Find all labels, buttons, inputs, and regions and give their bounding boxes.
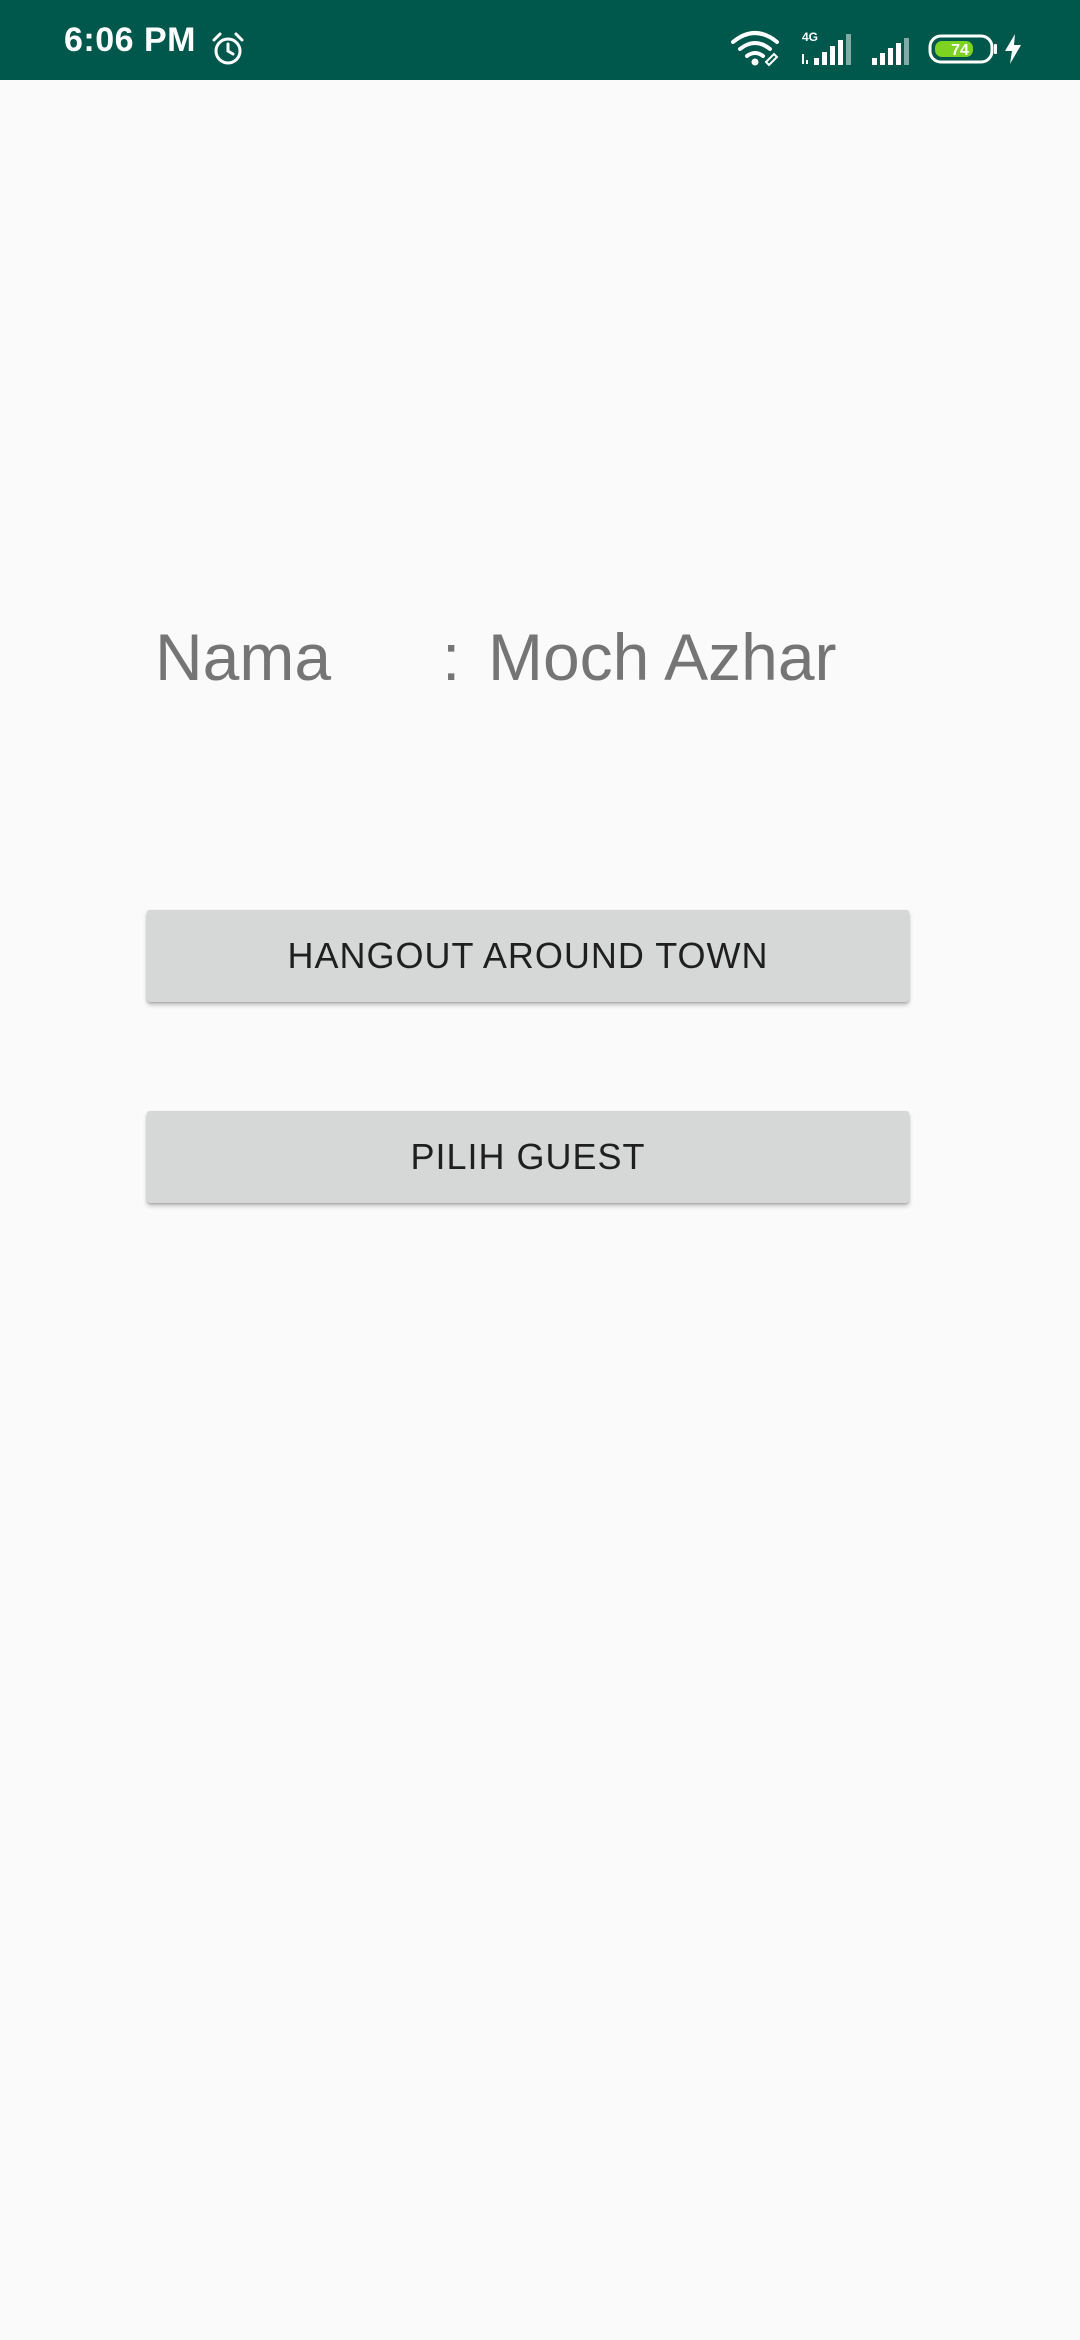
status-indicators: 4G 74	[700, 0, 1080, 80]
name-row: Nama : Moch Azhar	[0, 612, 1080, 702]
battery-icon: 74	[928, 34, 997, 64]
name-separator: :	[442, 620, 461, 694]
battery-level: 74	[951, 42, 969, 59]
signal-bars-icon: 4G	[802, 30, 851, 65]
pilih-guest-button[interactable]: PILIH GUEST	[147, 1111, 909, 1203]
signal-bars-icon	[872, 38, 909, 65]
hangout-around-town-button[interactable]: HANGOUT AROUND TOWN	[147, 910, 909, 1002]
status-time: 6:06 PM	[64, 21, 196, 59]
name-value: Moch Azhar	[488, 620, 837, 694]
alarm-clock-icon	[212, 32, 244, 65]
wifi-icon	[731, 31, 779, 67]
network-type-label: 4G	[802, 30, 818, 44]
name-label: Nama	[155, 620, 332, 694]
lightning-bolt-icon	[1005, 34, 1021, 64]
status-bar: 6:06 PM 4G 74	[0, 0, 1080, 80]
